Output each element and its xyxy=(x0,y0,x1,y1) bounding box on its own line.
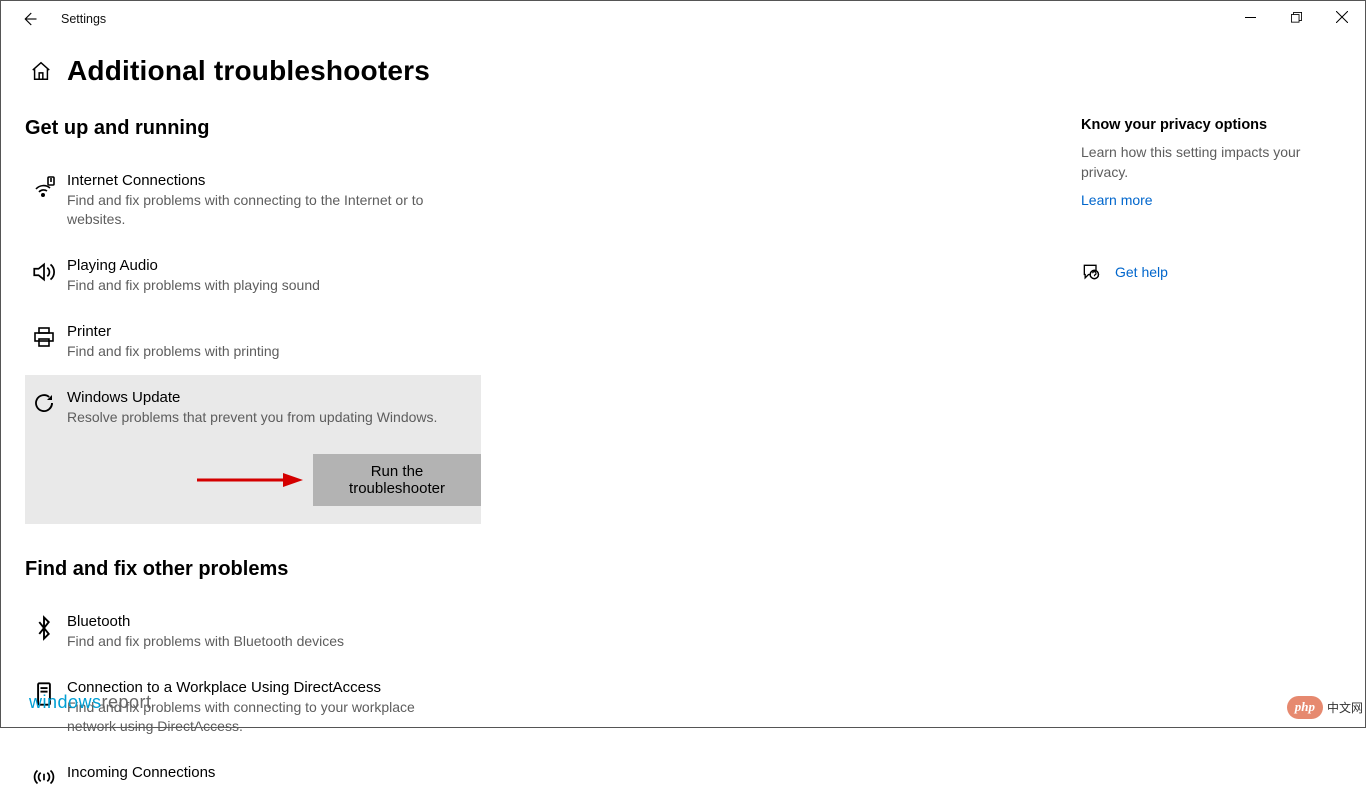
bluetooth-icon xyxy=(27,613,61,651)
printer-icon xyxy=(27,323,61,361)
run-troubleshooter-button[interactable]: Run the troubleshooter xyxy=(313,454,481,506)
troubleshooter-printer[interactable]: Printer Find and fix problems with print… xyxy=(25,315,481,369)
maximize-button[interactable] xyxy=(1273,1,1319,33)
troubleshooter-windows-update[interactable]: Windows Update Resolve problems that pre… xyxy=(25,375,481,525)
learn-more-link[interactable]: Learn more xyxy=(1081,192,1153,208)
speaker-icon xyxy=(27,257,61,295)
window-controls xyxy=(1227,1,1365,33)
close-button[interactable] xyxy=(1319,1,1365,33)
wifi-icon xyxy=(27,172,61,229)
privacy-desc: Learn how this setting impacts your priv… xyxy=(1081,143,1331,182)
back-button[interactable] xyxy=(15,5,43,33)
troubleshooter-internet-connections[interactable]: Internet Connections Find and fix proble… xyxy=(25,164,481,237)
troubleshooter-incoming-connections[interactable]: Incoming Connections xyxy=(25,756,481,796)
ts-title: Incoming Connections xyxy=(67,764,215,781)
ts-title: Bluetooth xyxy=(67,613,344,630)
ts-desc: Find and fix problems with playing sound xyxy=(67,276,320,295)
ts-title: Printer xyxy=(67,323,279,340)
page-title: Additional troubleshooters xyxy=(67,55,430,87)
watermark-phpcn: php 中文网 xyxy=(1287,696,1363,719)
ts-title: Playing Audio xyxy=(67,257,320,274)
troubleshooter-bluetooth[interactable]: Bluetooth Find and fix problems with Blu… xyxy=(25,605,481,659)
section-title-get-up: Get up and running xyxy=(25,117,725,140)
troubleshooter-playing-audio[interactable]: Playing Audio Find and fix problems with… xyxy=(25,249,481,303)
ts-title: Windows Update xyxy=(67,389,437,406)
ts-desc: Find and fix problems with connecting to… xyxy=(67,191,461,229)
privacy-title: Know your privacy options xyxy=(1081,117,1331,133)
app-title: Settings xyxy=(61,12,106,26)
watermark-windowsreport: windowsreport xyxy=(29,692,152,713)
update-icon xyxy=(27,389,61,427)
ts-desc: Find and fix problems with printing xyxy=(67,342,279,361)
broadcast-icon xyxy=(27,764,61,788)
section-title-find-fix: Find and fix other problems xyxy=(25,558,725,581)
arrow-annotation-icon xyxy=(195,470,303,490)
home-button[interactable] xyxy=(25,55,57,87)
minimize-button[interactable] xyxy=(1227,1,1273,33)
ts-title: Internet Connections xyxy=(67,172,461,189)
ts-desc: Find and fix problems with Bluetooth dev… xyxy=(67,632,344,651)
help-icon xyxy=(1081,262,1101,282)
get-help-link[interactable]: Get help xyxy=(1115,264,1168,280)
ts-desc: Resolve problems that prevent you from u… xyxy=(67,408,437,427)
sidebar: Know your privacy options Learn how this… xyxy=(1081,117,1331,796)
